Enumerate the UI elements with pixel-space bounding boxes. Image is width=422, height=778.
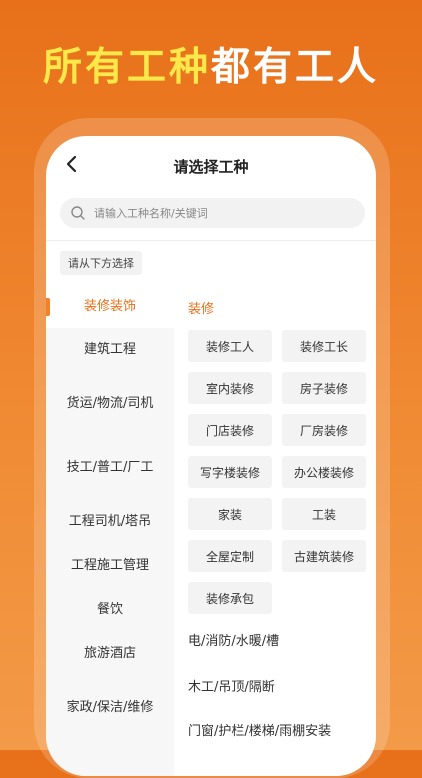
- page-title: 请选择工种: [173, 158, 249, 176]
- tag-item[interactable]: 室内装修: [188, 372, 272, 404]
- tag-item[interactable]: 厂房装修: [282, 414, 366, 446]
- category-item-technician[interactable]: 技工/普工/厂工: [46, 436, 174, 500]
- category-label: 工程施工管理: [70, 558, 149, 573]
- subgroup-title[interactable]: 门窗/护栏/楼梯/雨棚安装: [188, 720, 331, 739]
- category-item-housekeeping[interactable]: 家政/保洁/维修: [46, 676, 174, 740]
- tag-item[interactable]: 装修承包: [188, 582, 272, 614]
- tag-item[interactable]: 写字楼装修: [188, 456, 272, 488]
- search-bar[interactable]: [60, 198, 365, 228]
- tag-item[interactable]: 家装: [188, 498, 272, 530]
- phone-screen: 请选择工种 请从下方选择 装修装饰 建筑工程 货运/物流/司机 技工/普工/厂工…: [46, 136, 376, 776]
- category-item-catering[interactable]: 餐饮: [46, 588, 174, 632]
- category-label: 工程司机/塔吊: [68, 514, 152, 529]
- tag-item[interactable]: 门店装修: [188, 414, 272, 446]
- category-item-logistics[interactable]: 货运/物流/司机: [46, 372, 174, 436]
- category-item-hotel[interactable]: 旅游酒店: [46, 632, 174, 676]
- tag-item[interactable]: 装修工长: [282, 330, 366, 362]
- nav-bar: 请选择工种: [46, 136, 376, 196]
- category-label: 货运/物流/司机: [66, 396, 154, 411]
- tag-item[interactable]: 古建筑装修: [282, 540, 366, 572]
- category-sidebar: 装修装饰 建筑工程 货运/物流/司机 技工/普工/厂工 工程司机/塔吊 工程施工…: [46, 286, 174, 776]
- headline: 所有工种都有工人: [0, 40, 422, 96]
- category-item-engineering-driver[interactable]: 工程司机/塔吊: [46, 500, 174, 544]
- tag-item[interactable]: 房子装修: [282, 372, 366, 404]
- active-indicator: [46, 298, 50, 316]
- search-icon: [71, 206, 85, 220]
- subgroup-title[interactable]: 木工/吊顶/隔断: [188, 676, 275, 695]
- category-label: 家政/保洁/维修: [66, 700, 154, 715]
- tag-item[interactable]: 全屋定制: [188, 540, 272, 572]
- headline-part1: 所有工种: [42, 45, 211, 90]
- category-label: 技工/普工/厂工: [66, 460, 154, 475]
- category-item-decoration[interactable]: 装修装饰: [46, 286, 174, 328]
- search-input[interactable]: [92, 205, 336, 221]
- headline-part2: 都有工人: [211, 45, 380, 90]
- tag-item[interactable]: 装修工人: [188, 330, 272, 362]
- category-item-construction[interactable]: 建筑工程: [46, 328, 174, 372]
- tag-item[interactable]: 办公楼装修: [282, 456, 366, 488]
- select-hint-badge: 请从下方选择: [60, 251, 142, 275]
- category-label: 建筑工程: [83, 342, 136, 357]
- category-label: 餐饮: [96, 602, 123, 617]
- category-label: 装修装饰: [83, 299, 136, 314]
- category-label: 旅游酒店: [83, 646, 136, 661]
- divider: [46, 240, 376, 241]
- category-item-construction-management[interactable]: 工程施工管理: [46, 544, 174, 588]
- tag-item[interactable]: 工装: [282, 498, 366, 530]
- subgroup-title[interactable]: 电/消防/水暖/槽: [188, 630, 279, 649]
- section-title: 装修: [188, 302, 215, 317]
